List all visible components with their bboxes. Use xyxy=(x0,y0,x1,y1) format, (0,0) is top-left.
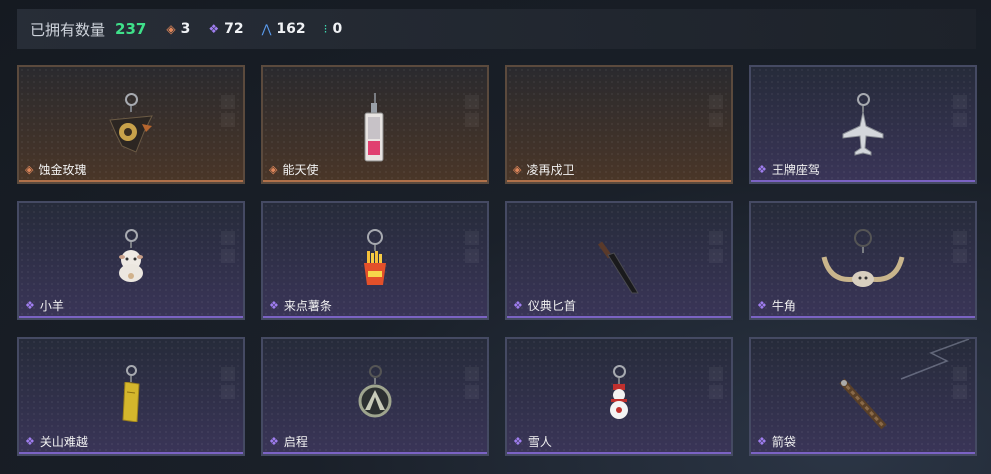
charm-name: 关山难越 xyxy=(39,435,88,449)
charm-name: 箭袋 xyxy=(771,435,796,449)
lamb-charm-icon xyxy=(116,229,146,286)
purple-diamond-icon: ❖ xyxy=(208,22,220,36)
owned-count-value: 237 xyxy=(115,20,147,38)
charm-card[interactable]: ❖ 箭袋 xyxy=(749,337,977,456)
charm-card[interactable]: ❖ 小羊 xyxy=(17,201,245,320)
stat-gold-value: 3 xyxy=(180,21,191,37)
gold-diamond-icon: ◈ xyxy=(25,163,34,176)
purple-diamond-icon: ❖ xyxy=(757,435,767,448)
green-dots-icon: ⁝ xyxy=(323,22,328,36)
purple-diamond-icon: ❖ xyxy=(269,299,279,312)
charm-card[interactable]: ❖ 仪典匕首 xyxy=(505,201,733,320)
charm-card[interactable]: ◈ 蚀金玫瑰 xyxy=(17,65,245,184)
stat-purple: ❖ 72 xyxy=(208,21,243,37)
gold-diamond-icon: ◈ xyxy=(513,163,522,176)
charm-card[interactable]: ❖ 关山难越 xyxy=(17,337,245,456)
purple-diamond-icon: ❖ xyxy=(757,163,767,176)
charm-card[interactable]: ❖ 雪人 xyxy=(505,337,733,456)
horns-charm-icon xyxy=(820,229,906,297)
medallion-charm-icon xyxy=(358,365,392,422)
gold-diamond-icon: ◈ xyxy=(269,163,278,176)
blue-chevron-icon: ⋀ xyxy=(261,22,272,36)
stat-green: ⁝ 0 xyxy=(324,21,343,37)
stat-gold: ◈ 3 xyxy=(166,21,190,37)
purple-diamond-icon: ❖ xyxy=(513,435,523,448)
stat-purple-value: 72 xyxy=(224,21,244,37)
collection-header: 已拥有数量 237 ◈ 3 ❖ 72 ⋀ 162 ⁝ 0 xyxy=(17,9,976,49)
stat-blue: ⋀ 162 xyxy=(262,21,306,37)
purple-diamond-icon: ❖ xyxy=(757,299,767,312)
stat-green-value: 0 xyxy=(332,21,343,37)
charm-name: 牛角 xyxy=(771,299,796,313)
charm-card[interactable]: ❖ 来点薯条 xyxy=(261,201,489,320)
jet-charm-icon xyxy=(841,93,885,160)
stat-blue-value: 162 xyxy=(276,21,306,37)
owned-count-label: 已拥有数量 xyxy=(30,20,106,39)
quiver-charm-icon xyxy=(836,377,890,435)
snowman-charm-icon xyxy=(607,365,631,424)
purple-diamond-icon: ❖ xyxy=(513,299,523,312)
gold-bar-charm-icon xyxy=(121,365,141,426)
charm-grid: ◈ 蚀金玫瑰 ◈ 能天使 ◈ 凌再戍卫 ❖ 王牌座驾 ❖ 小羊 ❖ 来点薯条 ❖… xyxy=(17,65,977,456)
rose-charm-icon xyxy=(106,93,156,160)
charm-name: 启程 xyxy=(283,435,308,449)
charm-name: 仪典匕首 xyxy=(527,299,576,313)
dagger-charm-icon xyxy=(594,241,644,301)
charm-card[interactable]: ❖ 启程 xyxy=(261,337,489,456)
charm-name: 蚀金玫瑰 xyxy=(38,163,87,177)
purple-diamond-icon: ❖ xyxy=(269,435,279,448)
charm-name: 能天使 xyxy=(282,163,319,177)
gold-diamond-icon: ◈ xyxy=(166,22,176,36)
charm-name: 王牌座驾 xyxy=(771,163,820,177)
charm-card[interactable]: ❖ 王牌座驾 xyxy=(749,65,977,184)
charm-card[interactable]: ◈ 能天使 xyxy=(261,65,489,184)
charm-name: 凌再戍卫 xyxy=(526,163,575,177)
charm-name: 来点薯条 xyxy=(283,299,332,313)
charm-card[interactable]: ❖ 牛角 xyxy=(749,201,977,320)
charm-name: 小羊 xyxy=(39,299,64,313)
angel-card-charm-icon xyxy=(363,93,387,169)
purple-diamond-icon: ❖ xyxy=(25,299,35,312)
purple-diamond-icon: ❖ xyxy=(25,435,35,448)
fries-charm-icon xyxy=(362,229,388,289)
charm-name: 雪人 xyxy=(527,435,552,449)
charm-card[interactable]: ◈ 凌再戍卫 xyxy=(505,65,733,184)
